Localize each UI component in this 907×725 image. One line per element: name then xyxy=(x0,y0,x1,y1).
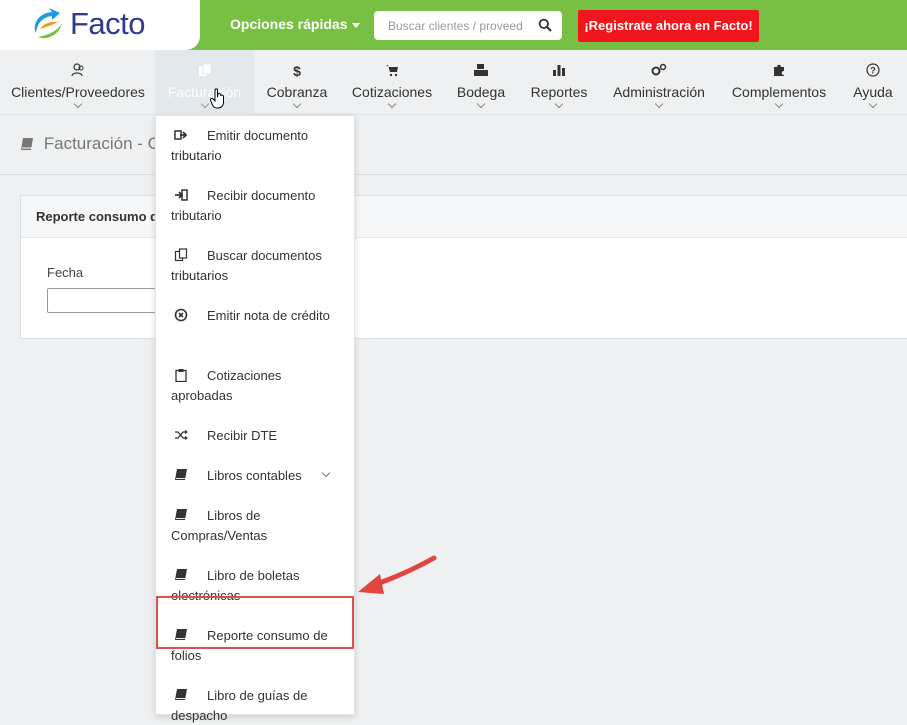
nav-label: Bodega xyxy=(456,84,506,100)
nav-label: Complementos xyxy=(731,84,827,100)
caret-down-icon xyxy=(352,22,361,28)
nav-item-facturacion[interactable]: Facturación xyxy=(155,50,254,115)
nav-item-reportes[interactable]: Reportes xyxy=(527,50,591,115)
nav-label: Ayuda xyxy=(853,84,893,100)
bar-chart-icon xyxy=(527,63,591,79)
search-box xyxy=(374,11,562,40)
chevron-down-icon xyxy=(387,99,397,109)
facturacion-dropdown: Emitir documento tributario Recibir docu… xyxy=(155,115,356,723)
brand-name: Facto xyxy=(70,6,146,41)
menu-item-label: Recibir documento tributario xyxy=(171,188,316,223)
menu-item-label: Emitir nota de crédito xyxy=(207,308,330,323)
quick-options-label: Opciones rápidas xyxy=(230,16,348,32)
nav-label: Administración xyxy=(613,84,705,100)
highlight-box xyxy=(156,596,354,649)
menu-item-libros-compras-ventas[interactable]: Libros de Compras/Ventas xyxy=(156,496,356,556)
book-icon xyxy=(21,138,33,151)
svg-text:?: ? xyxy=(870,66,876,76)
menu-item-buscar-documentos[interactable]: Buscar documentos tributarios xyxy=(156,236,356,296)
users-icon xyxy=(8,63,148,79)
chevron-down-icon xyxy=(554,99,564,109)
annotation-arrow-icon xyxy=(358,555,437,594)
nav-label: Clientes/Proveedores xyxy=(11,84,145,100)
nav-item-cotizaciones[interactable]: Cotizaciones xyxy=(348,50,436,115)
menu-item-label: Cotizaciones aprobadas xyxy=(171,368,282,403)
chevron-down-icon xyxy=(868,99,878,109)
page-title: Facturación - Co xyxy=(20,134,169,154)
register-button[interactable]: ¡Registrate ahora en Facto! xyxy=(578,10,759,42)
menu-item-libro-guias[interactable]: Libro de guías de despacho xyxy=(156,676,356,725)
menu-item-emitir-documento[interactable]: Emitir documento tributario xyxy=(156,116,356,176)
nav-label: Facturación xyxy=(167,84,242,100)
help-icon: ? xyxy=(850,63,896,79)
gears-icon xyxy=(610,63,708,79)
main-nav: Clientes/Proveedores Facturación $ Cobra… xyxy=(0,50,907,115)
chevron-down-icon xyxy=(654,99,664,109)
logo[interactable]: Facto xyxy=(0,0,200,50)
fecha-label: Fecha xyxy=(47,265,84,280)
nav-label: Reportes xyxy=(530,84,588,100)
nav-item-clientes[interactable]: Clientes/Proveedores xyxy=(8,50,148,115)
facto-logo-icon xyxy=(34,8,62,39)
page-title-text: Facturación - Co xyxy=(43,134,170,153)
menu-item-label: Buscar documentos tributarios xyxy=(171,248,322,283)
report-card: Reporte consumo d Fecha xyxy=(20,195,907,339)
menu-item-label: Libros de Compras/Ventas xyxy=(171,508,268,543)
hand-cursor-icon xyxy=(210,88,224,109)
menu-item-label: Libros contables xyxy=(207,468,302,483)
quick-options-menu[interactable]: Opciones rápidas xyxy=(230,16,361,32)
nav-item-complementos[interactable]: Complementos xyxy=(728,50,830,115)
nav-item-ayuda[interactable]: ? Ayuda xyxy=(850,50,896,115)
card-header: Reporte consumo d xyxy=(21,196,907,238)
puzzle-icon xyxy=(728,63,830,79)
divider xyxy=(0,174,907,175)
nav-label: Cobranza xyxy=(266,84,328,100)
search-icon[interactable] xyxy=(538,18,552,32)
cubes-icon xyxy=(452,63,510,79)
dollar-icon: $ xyxy=(293,63,301,79)
menu-item-label: Recibir DTE xyxy=(207,428,278,443)
chevron-down-icon xyxy=(292,99,302,109)
search-input[interactable] xyxy=(374,11,534,40)
chevron-down-icon xyxy=(476,99,486,109)
menu-item-label: Libro de guías de despacho xyxy=(171,688,308,723)
documents-icon xyxy=(155,63,254,79)
menu-item-label: Emitir documento tributario xyxy=(171,128,309,163)
nav-label: Cotizaciones xyxy=(351,84,433,100)
chevron-down-icon xyxy=(73,99,83,109)
chevron-down-icon xyxy=(200,99,209,109)
cart-icon xyxy=(348,63,436,79)
chevron-down-icon xyxy=(774,99,784,109)
top-bar: Facto Opciones rápidas ¡Registrate ahora… xyxy=(0,0,907,50)
menu-item-recibir-documento[interactable]: Recibir documento tributario xyxy=(156,176,356,236)
nav-item-cobranza[interactable]: $ Cobranza xyxy=(262,50,332,115)
nav-item-bodega[interactable]: Bodega xyxy=(452,50,510,115)
menu-item-emitir-nota-credito[interactable]: Emitir nota de crédito xyxy=(156,296,356,356)
menu-item-cotizaciones-aprobadas[interactable]: Cotizaciones aprobadas xyxy=(156,356,356,416)
nav-item-administracion[interactable]: Administración xyxy=(610,50,708,115)
